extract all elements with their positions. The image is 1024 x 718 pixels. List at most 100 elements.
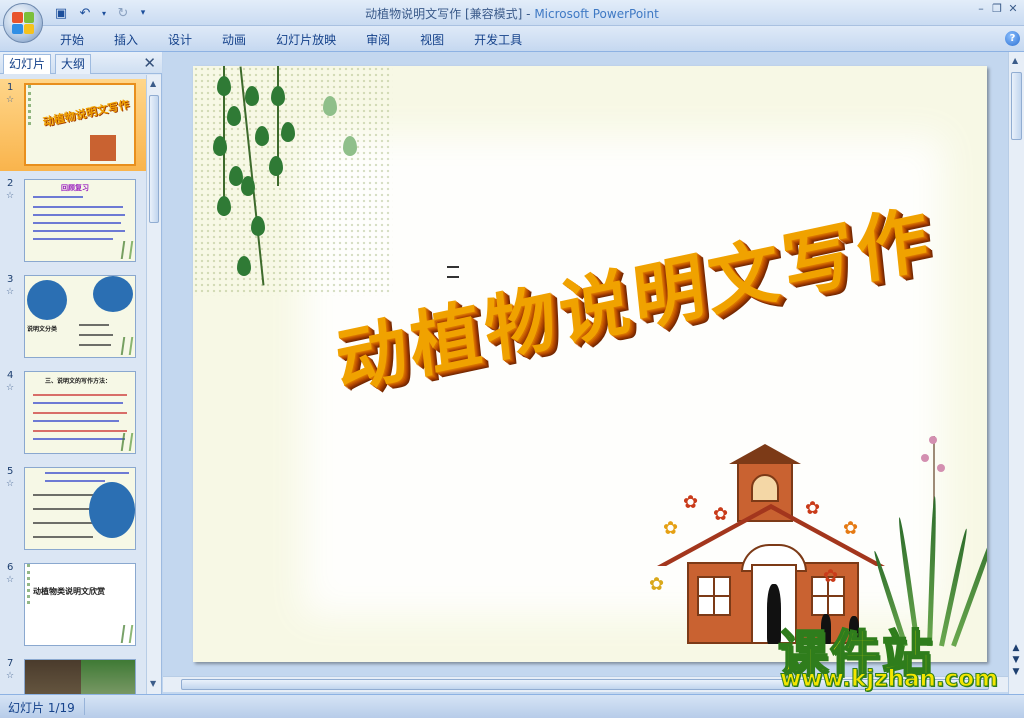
slide-number: 3 (7, 274, 14, 285)
slide-position-indicator: 幻灯片 1/19 (8, 701, 75, 715)
text-line (33, 196, 83, 198)
tab-insert[interactable]: 插入 (99, 31, 153, 49)
maple-leaf-icon: ✿ (683, 492, 699, 513)
close-pane-icon[interactable]: ✕ (143, 54, 156, 72)
animation-star-icon: ☆ (6, 191, 15, 201)
maple-leaf-icon: ✿ (843, 518, 859, 539)
scrollbar-thumb[interactable] (149, 95, 159, 223)
text-line (45, 472, 129, 474)
tab-animations[interactable]: 动画 (207, 31, 261, 49)
scroll-up-icon[interactable]: ▲ (1012, 56, 1018, 65)
slide-thumbnail-7[interactable]: 7 ☆ (0, 655, 146, 694)
status-bar: 幻灯片 1/19 (0, 694, 1024, 718)
scrollbar-thumb[interactable] (1011, 72, 1022, 140)
thumbnail-image: 回顾复习 (24, 179, 136, 262)
vertical-scrollbar[interactable]: ▲ ▲ ▼ ▼ (1008, 52, 1024, 694)
tab-slide-show[interactable]: 幻灯片放映 (261, 31, 351, 49)
scroll-up-icon[interactable]: ▲ (150, 79, 156, 88)
office-button[interactable] (3, 3, 43, 43)
text-line (79, 344, 111, 346)
maple-leaf-icon: ✿ (805, 498, 821, 519)
leaf (343, 136, 357, 156)
text-line (33, 222, 121, 224)
animation-star-icon: ☆ (6, 671, 15, 681)
animation-star-icon: ☆ (6, 383, 15, 393)
callout-bubble (89, 482, 135, 538)
tab-view[interactable]: 视图 (405, 31, 459, 49)
maple-leaf-icon: ✿ (663, 518, 679, 539)
tab-review[interactable]: 审阅 (351, 31, 405, 49)
thumbnail-scrollbar[interactable]: ▲ ▼ (146, 75, 161, 694)
slide-nav-buttons: ▲ ▼ ▼ (1009, 642, 1023, 678)
status-divider (84, 698, 85, 715)
text-line (79, 324, 109, 326)
grass-blade (939, 528, 969, 647)
thumbnail-image: 动植物说明文写作 (24, 83, 136, 166)
watermark-url: www.kjzhan.com (780, 666, 999, 693)
tab-home[interactable]: 开始 (60, 31, 99, 49)
thumbnail-image: 说明文分类 (24, 275, 136, 358)
previous-slide-icon[interactable]: ▲ (1009, 642, 1023, 654)
text-cursor-icon (447, 266, 459, 278)
leaf (269, 156, 283, 176)
slide-thumbnail-4[interactable]: 4 ☆ 三、说明文的写作方法： (0, 367, 146, 459)
pane-tabs: 幻灯片 大纲 ✕ (0, 52, 162, 74)
thumbnail-image (24, 659, 136, 694)
tower-roof (729, 444, 801, 464)
slide-thumbnail-2[interactable]: 2 ☆ 回顾复习 (0, 175, 146, 267)
next-slide-icon[interactable]: ▼ (1009, 654, 1023, 666)
flower (937, 464, 945, 472)
thumbnail-title: 回顾复习 (61, 184, 89, 192)
scroll-down-icon[interactable]: ▼ (150, 679, 156, 688)
text-line (33, 394, 127, 396)
text-line (33, 430, 127, 432)
slides-pane: 幻灯片 大纲 ✕ 1 ☆ 动植物说明文写作 2 ☆ 回顾复习 3 ☆ 说明文分类… (0, 52, 162, 694)
slide-number: 7 (7, 658, 14, 669)
animation-star-icon: ☆ (6, 479, 15, 489)
office-logo-icon (12, 12, 34, 34)
grass-decoration (120, 241, 134, 259)
tab-developer[interactable]: 开发工具 (459, 31, 537, 49)
scroll-down-icon[interactable]: ▼ (1009, 666, 1023, 678)
grass-decoration (120, 625, 134, 643)
slide-canvas[interactable]: 动植物说明文写作 ✿ ✿ ✿ ✿ ✿ ✿ ✿ (193, 66, 987, 662)
slide-thumbnail-5[interactable]: 5 ☆ (0, 463, 146, 555)
callout-bubble (27, 280, 67, 320)
window-title: 动植物说明文写作 [兼容模式] - Microsoft PowerPoint (365, 7, 659, 21)
thumbnail-image: 动植物类说明文欣赏 (24, 563, 136, 646)
ribbon-tabs: 开始 插入 设计 动画 幻灯片放映 审阅 视图 开发工具 (60, 31, 537, 49)
slide-thumbnail-3[interactable]: 3 ☆ 说明文分类 (0, 271, 146, 363)
bell-icon (751, 474, 779, 502)
tab-slides[interactable]: 幻灯片 (3, 54, 52, 74)
text-line (45, 480, 105, 482)
minimize-icon[interactable]: – (974, 2, 988, 16)
slide-editor: 动植物说明文写作 ✿ ✿ ✿ ✿ ✿ ✿ ✿ ▲ ▲ ▼ ▼ (163, 52, 1024, 694)
text-line (33, 206, 123, 208)
text-line (33, 402, 123, 404)
restore-icon[interactable]: ❐ (990, 2, 1004, 16)
text-line (33, 522, 97, 524)
slide-thumbnail-6[interactable]: 6 ☆ 动植物类说明文欣赏 (0, 559, 146, 651)
tab-design[interactable]: 设计 (153, 31, 207, 49)
help-icon[interactable]: ? (1005, 31, 1020, 46)
text-line (33, 412, 127, 414)
animation-star-icon: ☆ (6, 575, 15, 585)
tab-outline[interactable]: 大纲 (55, 54, 92, 74)
slide-number: 2 (7, 178, 14, 189)
grass-decoration (120, 433, 134, 451)
leaf (245, 86, 259, 106)
text-line (33, 238, 113, 240)
thumbnail-title: 动植物说明文写作 (41, 97, 131, 129)
text-line (33, 214, 125, 216)
leaf (213, 136, 227, 156)
photo (25, 660, 81, 694)
close-icon[interactable]: ✕ (1006, 2, 1020, 16)
slide-number: 5 (7, 466, 14, 477)
leaf (237, 256, 251, 276)
vine-decoration (27, 564, 45, 604)
leaf (271, 86, 285, 106)
slide-thumbnail-1[interactable]: 1 ☆ 动植物说明文写作 (0, 79, 146, 171)
grass-decoration (120, 337, 134, 355)
leaf (251, 216, 265, 236)
leaf (227, 106, 241, 126)
